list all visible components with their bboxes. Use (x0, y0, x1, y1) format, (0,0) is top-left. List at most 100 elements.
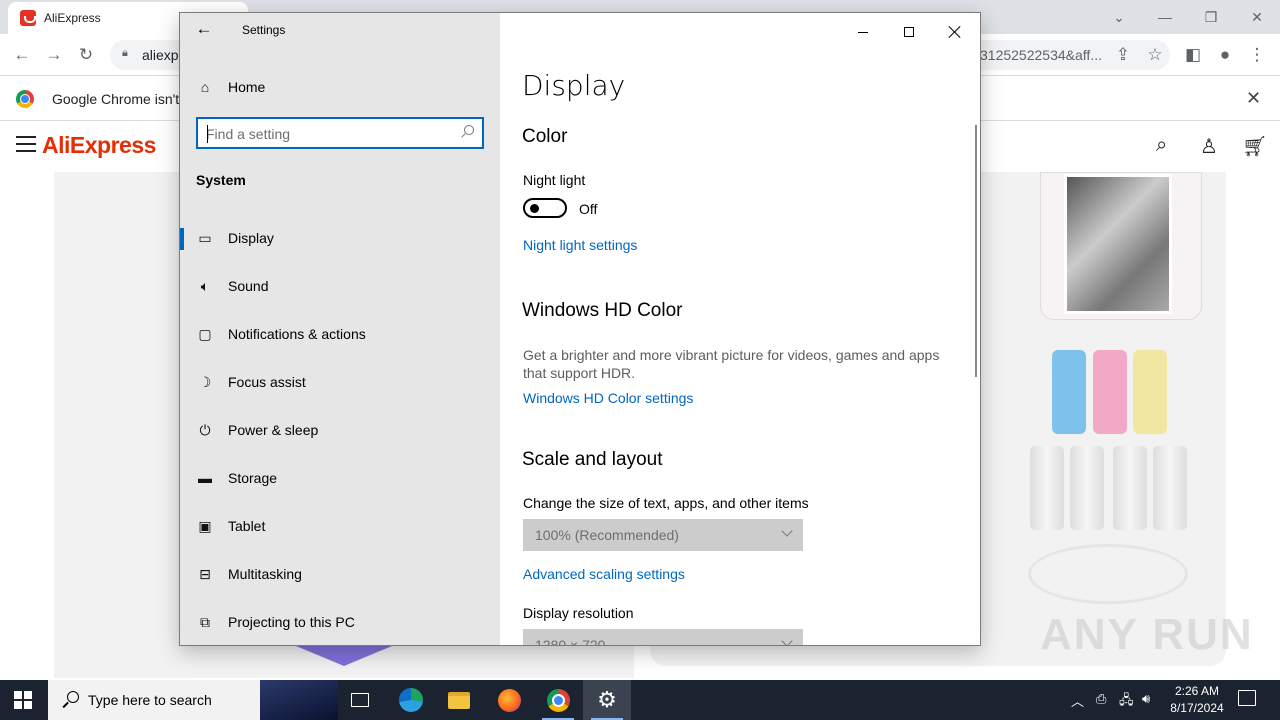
nav-home-label: Home (228, 79, 266, 95)
pink-paper-roll (1093, 350, 1127, 434)
nav-item-projecting[interactable]: ⧉ Projecting to this PC (180, 598, 500, 646)
task-view-icon (351, 693, 369, 707)
projector-icon: ⧉ (200, 613, 210, 630)
monitor-icon: ▭ (198, 229, 212, 246)
settings-taskbar-button[interactable]: ⚙ (583, 680, 631, 720)
firefox-taskbar-button[interactable] (485, 680, 533, 720)
back-arrow-icon[interactable]: ← (9, 42, 35, 68)
site-logo[interactable]: AliExpress (42, 132, 156, 159)
url-text-right: 31252522534&aff... (980, 47, 1102, 63)
folder-icon (448, 691, 470, 709)
close-icon (949, 26, 961, 38)
settings-search-input[interactable] (206, 124, 450, 144)
bookmark-star-icon[interactable]: ☆ (1142, 42, 1168, 68)
anyrun-watermark: ANY RUN (1040, 610, 1254, 659)
edge-taskbar-button[interactable] (387, 680, 435, 720)
network-icon[interactable]: 🖧︎ (1119, 691, 1134, 713)
account-icon[interactable]: ♙ (1200, 134, 1218, 159)
nav-home[interactable]: ⌂ Home (196, 75, 486, 99)
edge-icon (399, 688, 423, 712)
night-light-toggle[interactable] (523, 198, 567, 218)
maximize-button[interactable] (886, 17, 932, 47)
night-light-settings-link[interactable]: Night light settings (523, 237, 637, 253)
resolution-dropdown[interactable]: 1280 × 720 (523, 629, 803, 645)
close-button[interactable] (932, 17, 978, 47)
windows-start-icon[interactable] (14, 691, 32, 709)
side-panel-icon[interactable]: ◧ (1180, 42, 1206, 68)
show-hidden-icons-chevron-icon[interactable]: ︿ (1071, 691, 1084, 710)
nav-item-label: Sound (228, 278, 269, 294)
chevron-down-icon (781, 635, 793, 645)
nav-item-power-sleep[interactable]: ⏻ Power & sleep (180, 406, 500, 454)
nav-item-notifications[interactable]: ▢ Notifications & actions (180, 310, 500, 358)
chrome-logo-icon (16, 90, 34, 108)
nav-item-sound[interactable]: 🔈︎ Sound (180, 262, 500, 310)
minimize-button[interactable] (840, 17, 886, 47)
browser-restore-button[interactable]: ❐ (1188, 0, 1234, 34)
night-light-state: Off (579, 201, 598, 217)
device-icon[interactable]: ⎙ (1096, 691, 1106, 707)
settings-nav-pane: ← Settings ⌂ Home System ▭ Display 🔈︎ So… (180, 13, 500, 645)
infobar-close-icon[interactable]: ✕ (1246, 88, 1261, 109)
aliexpress-favicon-icon (20, 10, 36, 26)
product-photo-print (1064, 174, 1172, 314)
profile-avatar-icon[interactable]: ● (1212, 42, 1238, 68)
nav-item-label: Notifications & actions (228, 326, 366, 342)
speaker-icon: 🔈︎ (200, 277, 210, 294)
nav-item-multitasking[interactable]: ⊟ Multitasking (180, 550, 500, 598)
nav-item-tablet[interactable]: ▣ Tablet (180, 502, 500, 550)
notification-center-icon[interactable] (1238, 690, 1256, 706)
white-paper-roll (1030, 446, 1064, 530)
hdr-settings-link[interactable]: Windows HD Color settings (523, 390, 693, 406)
content-scrollbar[interactable] (975, 125, 977, 377)
forward-arrow-icon[interactable]: → (41, 42, 67, 68)
taskbar: Type here to search ⚙ ︿ ⎙ 🖧︎ 🔊︎ 2:26 AM … (0, 680, 1280, 720)
reload-icon[interactable]: ↻ (73, 42, 99, 68)
nav-item-display[interactable]: ▭ Display (180, 214, 500, 262)
hdr-description: Get a brighter and more vibrant picture … (523, 347, 940, 381)
lock-icon: 🔒︎ (122, 47, 128, 59)
night-light-label: Night light (523, 172, 586, 188)
minimize-icon (858, 31, 868, 33)
chevron-down-icon (781, 525, 793, 537)
url-text-left: aliexpr (142, 47, 184, 63)
browser-minimize-button[interactable]: — (1142, 0, 1188, 34)
nav-item-storage[interactable]: ▬ Storage (180, 454, 500, 502)
text-caret (207, 125, 208, 143)
nav-item-label: Focus assist (228, 374, 306, 390)
taskbar-search[interactable]: Type here to search (48, 680, 338, 720)
page-title: Display (522, 69, 626, 102)
blue-paper-roll (1052, 350, 1086, 434)
nav-item-focus-assist[interactable]: ☽ Focus assist (180, 358, 500, 406)
hamburger-menu-icon[interactable] (16, 136, 36, 154)
share-icon[interactable]: ⇪ (1110, 42, 1136, 68)
settings-window: ← Settings ⌂ Home System ▭ Display 🔈︎ So… (179, 12, 981, 646)
back-arrow-icon[interactable]: ← (194, 18, 214, 40)
scale-dropdown[interactable]: 100% (Recommended) (523, 519, 803, 551)
resolution-label: Display resolution (523, 605, 634, 621)
task-view-button[interactable] (336, 680, 384, 720)
browser-close-button[interactable]: ✕ (1234, 0, 1280, 34)
site-search-icon[interactable]: ⌕ (1156, 134, 1167, 157)
settings-search[interactable] (196, 117, 484, 149)
firefox-icon (497, 688, 521, 712)
tablet-icon: ▣ (198, 517, 212, 534)
resolution-dropdown-value: 1280 × 720 (535, 637, 606, 645)
settings-content-pane: Display Color Night light Off Night ligh… (500, 13, 980, 645)
cart-icon[interactable]: 🛒︎ (1242, 134, 1267, 159)
nav-item-label: Power & sleep (228, 422, 319, 438)
search-icon[interactable] (460, 124, 476, 140)
file-explorer-taskbar-button[interactable] (435, 680, 483, 720)
taskbar-clock[interactable]: 2:26 AM 8/17/2024 (1162, 683, 1232, 717)
chrome-taskbar-button[interactable] (534, 680, 582, 720)
tab-search-chevron-icon[interactable]: ⌄ (1096, 0, 1142, 34)
storage-icon: ▬ (198, 470, 212, 486)
volume-icon[interactable]: 🔊︎ (1142, 691, 1150, 707)
clock-date: 8/17/2024 (1170, 701, 1224, 715)
advanced-scaling-link[interactable]: Advanced scaling settings (523, 566, 685, 582)
power-icon: ⏻ (199, 421, 211, 438)
browser-tab-title: AliExpress (44, 11, 101, 25)
white-paper-roll (1070, 446, 1104, 530)
message-icon: ▢ (198, 325, 212, 342)
menu-kebab-icon[interactable]: ⋮ (1244, 42, 1270, 68)
